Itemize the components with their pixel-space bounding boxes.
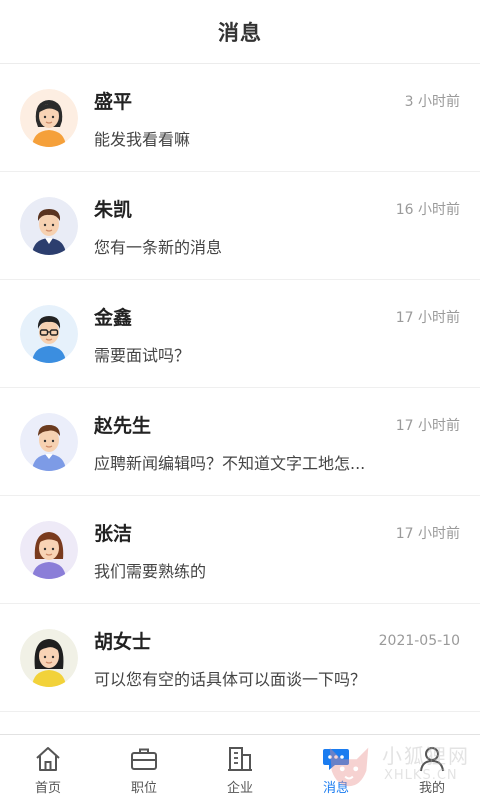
avatar [20,520,78,579]
message-preview: 我们需要熟练的 [94,561,207,581]
avatar-woman-orange-icon [20,88,78,147]
message-item[interactable]: 金鑫 17 小时前 需要面试吗？ [0,280,480,388]
avatar [20,88,78,147]
message-time: 17 小时前 [395,309,460,326]
tab-messages[interactable]: 消息 [288,735,384,800]
message-time: 17 小时前 [395,525,460,542]
message-item[interactable]: 张洁 17 小时前 我们需要熟练的 [0,496,480,604]
chat-icon [323,748,349,770]
message-time: 16 小时前 [395,201,460,218]
message-item[interactable]: 朱凯 16 小时前 您有一条新的消息 [0,172,480,280]
sender-name: 朱凯 [94,199,133,221]
message-item[interactable]: 盛平 3 小时前 能发我看看嘛 [0,64,480,172]
avatar-woman-yellow-icon [20,628,78,687]
sender-name: 金鑫 [94,307,133,329]
messages-screen: 消息 盛平 3 小时前 能发我看看嘛 朱凯 16 小时前 您有一条新的消息 金鑫… [0,0,480,800]
page-title: 消息 [218,20,262,45]
avatar [20,196,78,255]
tab-label: 首页 [34,780,61,796]
top-bar: 消息 [0,0,480,64]
avatar [20,412,78,471]
message-time: 2021-05-10 [378,632,460,649]
tab-company[interactable]: 企业 [192,735,288,800]
message-time: 3 小时前 [404,93,460,110]
message-item[interactable]: 胡女士 2021-05-10 可以您有空的话具体可以面谈一下吗？ [0,604,480,712]
message-preview: 可以您有空的话具体可以面谈一下吗？ [94,669,367,689]
message-preview: 您有一条新的消息 [94,237,223,257]
message-preview: 需要面试吗？ [94,345,191,365]
avatar-man-shirt-icon [20,412,78,471]
avatar [20,628,78,687]
avatar-woman-purple-icon [20,520,78,579]
tab-home[interactable]: 首页 [0,735,96,800]
tab-profile[interactable]: 我的 [384,735,480,800]
home-icon [36,746,60,771]
building-icon [228,746,252,771]
user-icon [420,746,444,771]
briefcase-icon [131,748,157,770]
sender-name: 胡女士 [94,631,152,653]
sender-name: 盛平 [94,91,133,113]
message-item[interactable]: 赵先生 17 小时前 应聘新闻编辑吗？不知道文字工地怎... [0,388,480,496]
avatar [20,304,78,363]
bottom-tab-bar: 首页 职位 企业 消息 我的 [0,734,480,800]
sender-name: 张洁 [94,523,133,545]
tab-label: 消息 [322,780,349,796]
avatar-man-glasses-icon [20,304,78,363]
tab-label: 企业 [226,780,253,796]
message-preview: 能发我看看嘛 [94,129,191,149]
message-preview: 应聘新闻编辑吗？不知道文字工地怎... [94,453,366,473]
sender-name: 赵先生 [94,415,152,437]
tab-label: 职位 [130,780,157,796]
tab-label: 我的 [418,780,445,796]
avatar-man-navy-icon [20,196,78,255]
tab-jobs[interactable]: 职位 [96,735,192,800]
message-list[interactable]: 盛平 3 小时前 能发我看看嘛 朱凯 16 小时前 您有一条新的消息 金鑫 17… [0,64,480,734]
message-time: 17 小时前 [395,417,460,434]
